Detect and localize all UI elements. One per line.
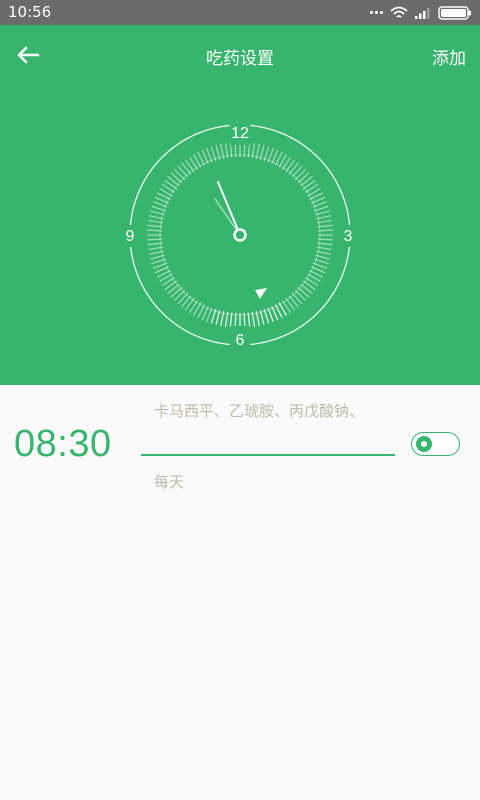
signal-icon	[415, 7, 430, 19]
battery-icon	[438, 5, 471, 20]
clock-number-6: 6	[236, 332, 245, 349]
add-button[interactable]: 添加	[432, 44, 466, 69]
alarm-toggle[interactable]	[411, 432, 460, 456]
medicine-list[interactable]: 卡马西平、乙琥胺、丙戊酸钠、	[154, 401, 394, 422]
alarm-time[interactable]: 08:30	[14, 423, 112, 466]
clock-number-9: 9	[126, 228, 135, 245]
status-icons	[370, 4, 472, 21]
repeat-label[interactable]: 每天	[154, 471, 184, 492]
clock-face: 12 3 6 9	[122, 123, 358, 349]
page-title: 吃药设置	[206, 49, 274, 69]
medicine-field-underline	[141, 454, 395, 456]
clock-center	[233, 228, 247, 242]
more-dots-icon	[370, 11, 383, 14]
clock-number-12: 12	[231, 125, 249, 142]
status-time: 10:56	[8, 3, 52, 21]
status-bar: 10:56	[0, 0, 480, 25]
clock-number-3: 3	[344, 228, 353, 245]
wifi-icon	[390, 6, 408, 18]
seconds-pointer-icon	[255, 288, 267, 299]
toggle-knob	[416, 436, 432, 452]
